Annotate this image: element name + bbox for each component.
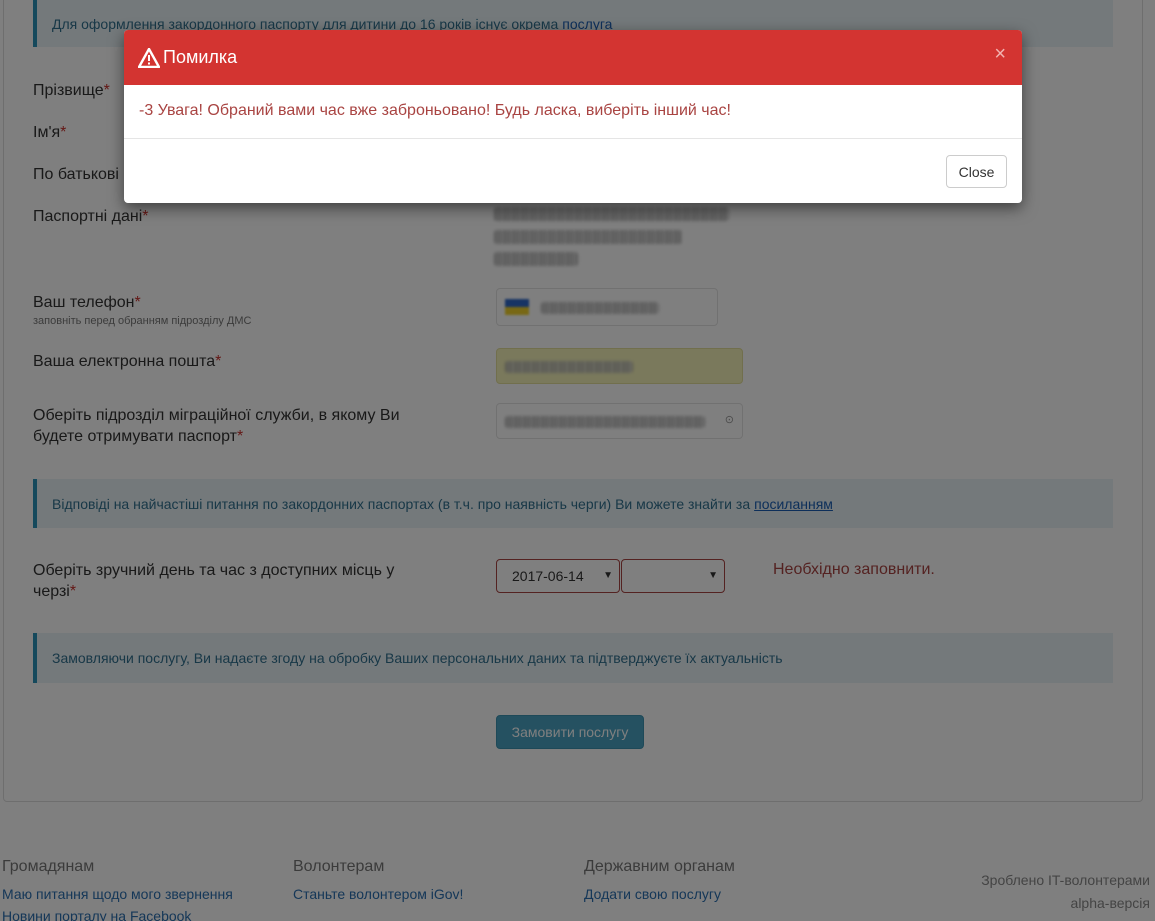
modal-footer: Close: [124, 139, 1022, 203]
error-modal: Помилка × -3 Увага! Обраний вами час вже…: [124, 30, 1022, 203]
modal-message: -3 Увага! Обраний вами час вже заброньов…: [124, 85, 1022, 139]
warning-icon: [138, 47, 160, 68]
modal-title: Помилка: [163, 47, 238, 67]
close-icon[interactable]: ×: [994, 43, 1006, 66]
close-button[interactable]: Close: [946, 155, 1007, 188]
modal-header: Помилка ×: [124, 30, 1022, 85]
